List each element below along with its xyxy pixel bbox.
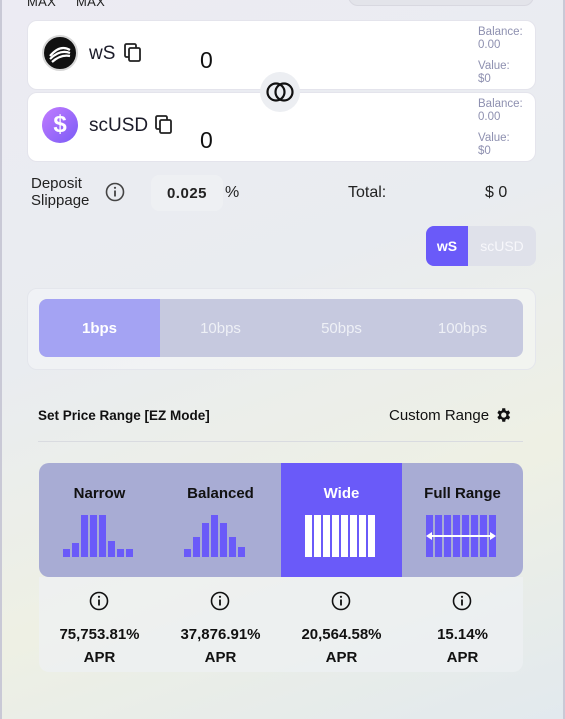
apr-label: APR	[446, 649, 479, 666]
slippage-label: Deposit Slippage	[31, 175, 89, 209]
apr-label: APR	[204, 649, 237, 666]
fee-tier-1bps[interactable]: 1bps	[39, 299, 160, 357]
total-label: Total:	[348, 184, 387, 201]
mode-narrow[interactable]: Narrow	[39, 463, 160, 577]
apr-value: 20,564.58%	[301, 626, 382, 643]
copy-icon[interactable]	[155, 115, 173, 135]
info-icon[interactable]	[89, 591, 109, 611]
range-mode-selector: Narrow Balanced Wide Full Range	[39, 463, 523, 577]
link-toggle-button[interactable]	[260, 72, 300, 112]
full-range-distribution-icon	[426, 515, 496, 557]
value-label: Value:	[478, 60, 510, 72]
slippage-label-line1: Deposit	[31, 175, 82, 192]
divider	[38, 441, 523, 442]
custom-range-link[interactable]: Custom Range	[389, 407, 489, 424]
mode-full-range[interactable]: Full Range	[402, 463, 523, 577]
ws-logo-icon	[42, 35, 78, 71]
toggle-scusd[interactable]: scUSD	[468, 226, 536, 266]
gear-icon[interactable]	[494, 406, 512, 424]
info-icon[interactable]	[210, 591, 230, 611]
balance-value: 0.00	[478, 39, 501, 51]
top-input-pill[interactable]	[348, 0, 534, 6]
balance-block: Balance: 0.00 Value: $0	[478, 98, 523, 158]
balanced-distribution-icon	[184, 515, 245, 557]
max-row: MAX MAX	[27, 0, 121, 9]
fee-tier-100bps[interactable]: 100bps	[402, 299, 523, 357]
fee-tier-10bps[interactable]: 10bps	[160, 299, 281, 357]
apr-value: 75,753.81%	[59, 626, 140, 643]
info-icon[interactable]	[105, 182, 125, 202]
apr-value: 15.14%	[437, 626, 488, 643]
range-title: Set Price Range [EZ Mode]	[38, 408, 210, 423]
value-amount: $0	[478, 73, 491, 85]
wide-distribution-icon	[305, 515, 375, 557]
slippage-label-line2: Slippage	[31, 192, 90, 209]
apr-label: APR	[83, 649, 116, 666]
amount-input[interactable]: 0	[200, 127, 213, 154]
mode-label: Narrow	[73, 485, 126, 502]
fee-tier-selector: 1bps 10bps 50bps 100bps	[39, 299, 523, 357]
apr-full-range: 15.14% APR	[402, 577, 523, 672]
balance-label: Balance:	[478, 26, 523, 38]
copy-icon[interactable]	[124, 43, 142, 63]
dollar-logo-icon: $	[42, 107, 78, 143]
narrow-distribution-icon	[63, 515, 133, 557]
toggle-ws[interactable]: wS	[426, 226, 468, 266]
balance-label: Balance:	[478, 98, 523, 110]
mode-balanced[interactable]: Balanced	[160, 463, 281, 577]
max-button-b[interactable]: MAX	[76, 0, 105, 9]
balance-value: 0.00	[478, 111, 501, 123]
apr-wide: 20,564.58% APR	[281, 577, 402, 672]
value-label: Value:	[478, 132, 510, 144]
mode-wide[interactable]: Wide	[281, 463, 402, 577]
apr-panel: 75,753.81% APR 37,876.91% APR 20,564.58%…	[39, 577, 523, 672]
mode-label: Full Range	[424, 485, 501, 502]
balance-block: Balance: 0.00 Value: $0	[478, 26, 523, 86]
max-button-a[interactable]: MAX	[27, 0, 56, 9]
fee-tier-50bps[interactable]: 50bps	[281, 299, 402, 357]
mode-label: Wide	[323, 485, 360, 502]
mode-label: Balanced	[187, 485, 254, 502]
apr-balanced: 37,876.91% APR	[160, 577, 281, 672]
token-symbol: scUSD	[89, 115, 149, 136]
slippage-unit: %	[225, 184, 240, 201]
amount-input[interactable]: 0	[200, 47, 213, 74]
left-border	[0, 0, 2, 719]
apr-narrow: 75,753.81% APR	[39, 577, 160, 672]
value-amount: $0	[478, 145, 491, 157]
linked-circles-icon	[266, 82, 294, 102]
info-icon[interactable]	[331, 591, 351, 611]
info-icon[interactable]	[452, 591, 472, 611]
token-symbol: wS	[89, 43, 116, 64]
slippage-input[interactable]: 0.025	[151, 175, 223, 211]
token-toggle: wS scUSD	[426, 226, 536, 266]
total-value: $ 0	[485, 184, 508, 201]
apr-value: 37,876.91%	[180, 626, 261, 643]
apr-label: APR	[325, 649, 358, 666]
